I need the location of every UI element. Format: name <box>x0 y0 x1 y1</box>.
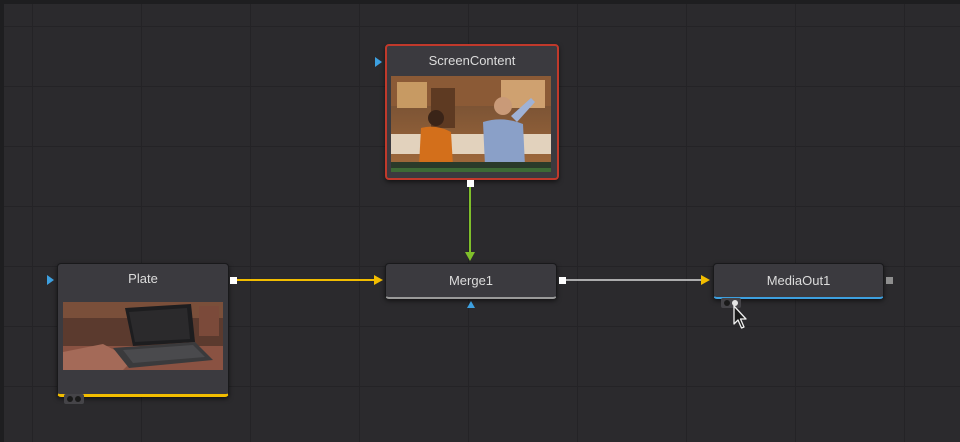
merge1-output-port[interactable] <box>559 277 566 284</box>
screencontent-thumbnail <box>391 76 551 172</box>
viewer-dots-icon[interactable] <box>64 394 84 404</box>
mask-input-triangle-icon[interactable] <box>47 275 54 285</box>
node-title: ScreenContent <box>428 53 516 68</box>
plate-output-port[interactable] <box>230 277 237 284</box>
wire-arrow-input <box>701 275 710 285</box>
node-merge1[interactable]: Merge1 <box>385 263 557 299</box>
node-screencontent[interactable]: ScreenContent <box>385 44 559 180</box>
node-plate[interactable]: Plate <box>57 263 229 397</box>
mediaout1-output-port[interactable] <box>886 277 893 284</box>
node-title: MediaOut1 <box>766 273 831 288</box>
node-mediaout1[interactable]: MediaOut1 <box>713 263 884 299</box>
wire-arrow-foreground <box>465 252 475 261</box>
merge1-mask-input-icon[interactable] <box>467 301 475 308</box>
node-title: Plate <box>128 271 158 286</box>
wire-arrow-background <box>374 275 383 285</box>
screencontent-output-port[interactable] <box>467 180 474 187</box>
plate-thumbnail <box>63 302 223 370</box>
node-title: Merge1 <box>448 273 494 288</box>
mask-input-triangle-icon[interactable] <box>375 57 382 67</box>
mouse-pointer-icon <box>733 305 747 329</box>
